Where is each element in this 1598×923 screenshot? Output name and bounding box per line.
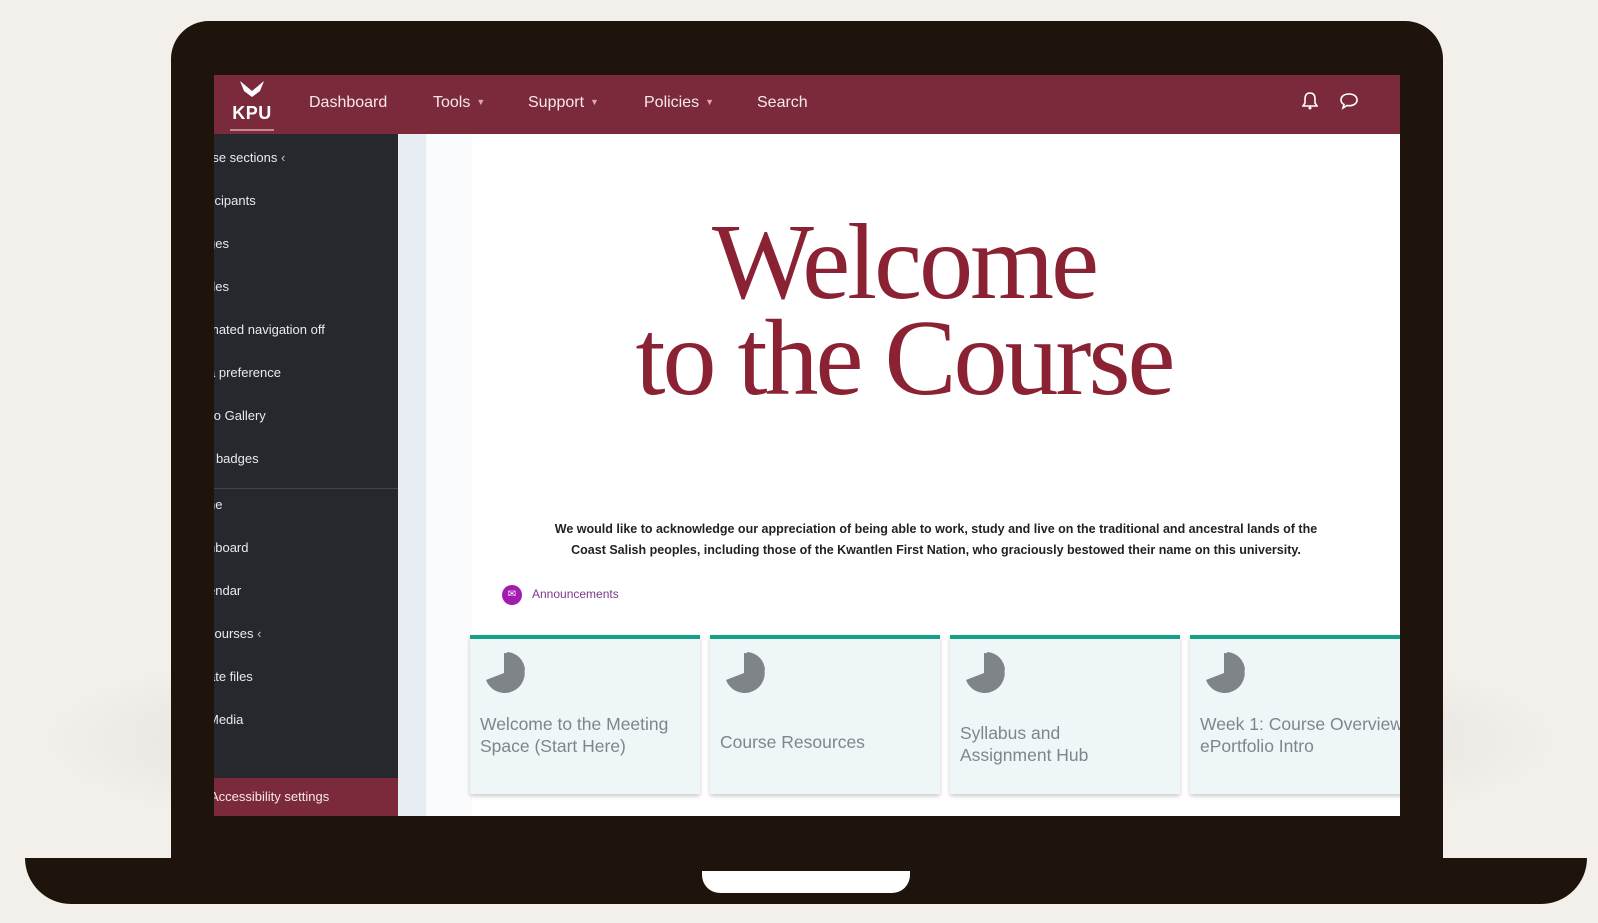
card-label: Week 1: Course Overview; ePortfolio Intr…: [1200, 714, 1400, 756]
sidebar-item-label: courses: [214, 626, 254, 641]
nav-dashboard-label: Dashboard: [309, 94, 388, 111]
nav-policies[interactable]: Policies ▼: [644, 94, 714, 112]
sidebar-item-media[interactable]: Media: [214, 712, 398, 732]
course-sidebar: rse sections ‹ ticipants ges des mated n…: [214, 134, 398, 816]
chevron-down-icon: ▼: [705, 97, 715, 107]
nav-tools[interactable]: Tools ▼: [433, 94, 485, 112]
card-label: Course Resources: [720, 732, 865, 752]
sidebar-divider: [214, 488, 398, 489]
sidebar-item-label: ges: [214, 236, 229, 251]
top-navbar: KPU Dashboard Tools ▼ Support ▼ Policies ▼ …: [214, 75, 1400, 134]
welcome-heading-line2: to the Course: [635, 299, 1176, 418]
forum-icon: ✉: [502, 584, 522, 605]
bell-icon[interactable]: [1299, 92, 1321, 114]
sidebar-item-grades[interactable]: des: [214, 279, 398, 299]
sidebar-item-label: hboard: [214, 540, 249, 555]
course-section-card[interactable]: Syllabus and Assignment Hub: [950, 635, 1180, 794]
logo-text: KPU: [232, 103, 272, 123]
sidebar-gutter: [398, 134, 426, 816]
pie-chart-icon: [1206, 652, 1245, 693]
course-section-card[interactable]: Course Resources: [710, 635, 940, 794]
content-margin: [426, 134, 472, 816]
welcome-heading: Welcome to the Course: [504, 203, 1304, 418]
nav-dashboard[interactable]: Dashboard: [309, 94, 387, 112]
sidebar-accessibility-label: Accessibility settings: [214, 789, 330, 804]
sidebar-item-label: ticipants: [214, 193, 256, 208]
nav-tools-label: Tools: [433, 94, 471, 111]
laptop-notch: [702, 871, 910, 893]
sidebar-item-label: a preference: [214, 365, 281, 380]
sidebar-accessibility-settings[interactable]: Accessibility settings: [214, 778, 398, 816]
announcements-link[interactable]: ✉ Announcements: [502, 583, 619, 605]
land-acknowledgement: We would like to acknowledge our appreci…: [486, 519, 1386, 561]
card-label: Welcome to the Meeting Space (Start Here…: [480, 714, 669, 756]
welcome-heading-line1: Welcome: [711, 203, 1099, 322]
sidebar-item-participants[interactable]: ticipants: [214, 193, 398, 213]
acknowledgement-line2: Coast Salish peoples, including those of…: [571, 543, 1301, 557]
sidebar-item-label: endar: [214, 583, 242, 598]
laptop-screen: KPU Dashboard Tools ▼ Support ▼ Policies ▼ …: [214, 75, 1400, 816]
sidebar-item-private-files[interactable]: ate files: [214, 669, 398, 689]
chevron-left-icon[interactable]: ‹: [281, 150, 285, 165]
announcements-label: Announcements: [532, 587, 619, 601]
sidebar-item-badges-user[interactable]: r badges: [214, 451, 398, 471]
nav-support-label: Support: [528, 94, 585, 111]
sidebar-item-badges[interactable]: ges: [214, 236, 398, 256]
logo-underline: [230, 129, 274, 131]
chevron-down-icon: ▼: [590, 97, 599, 107]
nav-search-label: Search: [757, 94, 808, 111]
pie-chart-icon: [486, 652, 525, 693]
course-section-card[interactable]: Welcome to the Meeting Space (Start Here…: [470, 635, 700, 794]
sidebar-item-dashboard[interactable]: hboard: [214, 540, 398, 560]
sidebar-item-label: mated navigation off: [214, 322, 325, 337]
pie-chart-icon: [726, 652, 765, 693]
sidebar-item-label: lio Gallery: [214, 408, 266, 423]
sidebar-item-calendar[interactable]: endar: [214, 583, 398, 603]
pie-chart-icon: [966, 652, 1005, 693]
nav-search[interactable]: Search: [757, 94, 808, 112]
chat-icon[interactable]: [1338, 92, 1360, 114]
sidebar-item-label: des: [214, 279, 229, 294]
sidebar-item-animated-navigation[interactable]: mated navigation off: [214, 322, 398, 342]
course-section-card[interactable]: Week 1: Course Overview; ePortfolio Intr…: [1190, 635, 1400, 794]
chevron-left-icon[interactable]: ‹: [257, 626, 261, 641]
kpu-logo[interactable]: KPU: [228, 79, 276, 131]
card-label: Syllabus and Assignment Hub: [960, 723, 1089, 765]
bird-logo-icon: [228, 79, 276, 104]
nav-policies-label: Policies: [644, 94, 700, 111]
sidebar-item-label: rse sections: [214, 150, 278, 165]
sidebar-item-label: Media: [214, 712, 244, 727]
sidebar-item-preference[interactable]: a preference: [214, 365, 398, 385]
sidebar-item-my-courses[interactable]: courses ‹: [214, 626, 398, 646]
sidebar-item-label: ne: [214, 497, 223, 512]
sidebar-item-portfolio-gallery[interactable]: lio Gallery: [214, 408, 398, 428]
sidebar-item-home[interactable]: ne: [214, 497, 398, 517]
chevron-down-icon: ▼: [476, 97, 486, 107]
sidebar-item-course-sections[interactable]: rse sections ‹: [214, 150, 398, 170]
sidebar-item-label: r badges: [214, 451, 259, 466]
acknowledgement-line1: We would like to acknowledge our appreci…: [554, 522, 1318, 536]
nav-support[interactable]: Support ▼: [528, 94, 599, 112]
sidebar-item-label: ate files: [214, 669, 253, 684]
